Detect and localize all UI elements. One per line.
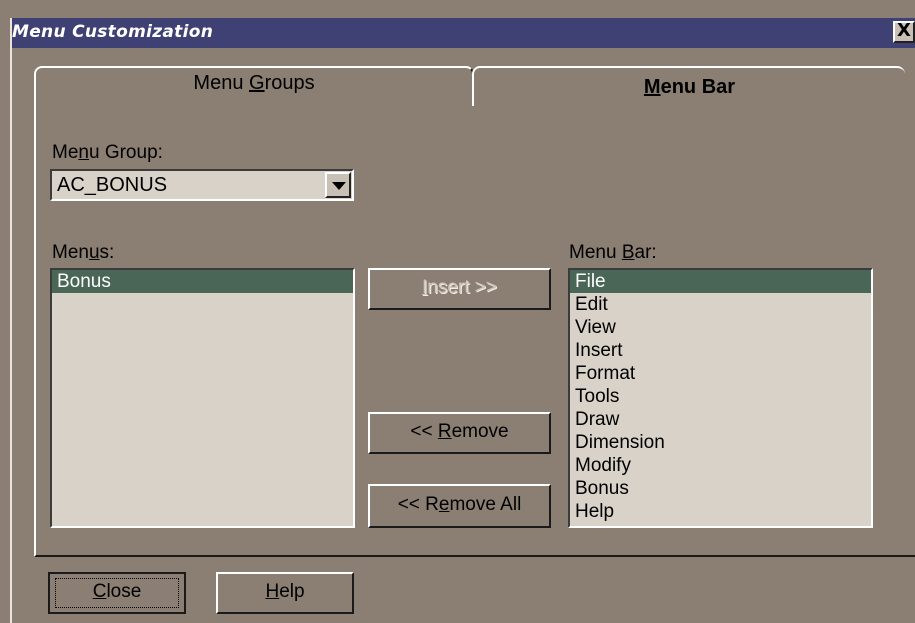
help-button[interactable]: Help [216,572,354,614]
list-item[interactable]: Draw [570,408,871,431]
menu-group-dropdown[interactable]: AC_BONUS [50,169,354,201]
list-item[interactable]: Format [570,362,871,385]
menu-group-label: Menu Group: [52,142,163,164]
menus-listbox[interactable]: Bonus [50,268,355,528]
button-label-accel: e [438,494,450,515]
window-title: Menu Customization [12,22,214,42]
button-label-accel: R [437,421,452,442]
close-icon[interactable]: X [893,21,915,43]
menu-bar-listbox[interactable]: File Edit View Insert Format Tools Draw Dimensi… [568,268,873,528]
button-label-part: elp [279,581,305,602]
tab-label-part: Menu [193,72,249,94]
button-label-part: << R [397,494,439,515]
list-item[interactable]: Bonus [52,270,353,293]
menus-label: Menus: [52,242,114,264]
list-item[interactable]: Modify [570,454,871,477]
label-part: Menu [569,242,622,263]
insert-button[interactable]: Insert >> [368,268,551,310]
close-button[interactable]: Close [48,572,186,614]
label-accel: B [621,242,635,263]
tab-label-accel: G [249,72,265,94]
label-part: Me [52,142,79,163]
button-label-part: move All [449,494,522,515]
active-tab-joint [474,98,915,102]
tab-label-accel: M [643,76,661,98]
list-item[interactable]: View [570,316,871,339]
label-accel: n [78,142,89,163]
list-item[interactable]: Dimension [570,431,871,454]
chevron-down-icon [332,182,346,190]
list-item[interactable]: Bonus [570,477,871,500]
remove-button[interactable]: << Remove [368,412,551,454]
label-part: Men [52,242,89,263]
dropdown-button[interactable] [325,172,351,198]
focus-rectangle [55,578,179,608]
list-item[interactable]: Insert [570,339,871,362]
list-item[interactable]: File [570,270,871,293]
list-item[interactable]: Help [570,500,871,523]
button-label-part: << [410,421,438,442]
tab-label-part: roups [264,72,315,94]
label-part: ar: [634,242,657,263]
tab-label-part: enu Bar [660,76,736,98]
list-item[interactable]: Edit [570,293,871,316]
menu-group-value: AC_BONUS [57,174,168,196]
tab-menu-groups[interactable]: Menu Groups [34,66,474,100]
label-part: u Group: [88,142,163,163]
label-accel: u [88,242,100,263]
button-label-part: emove [451,421,509,442]
button-label-part: nsert >> [427,277,497,298]
title-bar: Menu Customization X [12,18,915,48]
label-part: s: [99,242,115,263]
button-label-accel: H [265,581,280,602]
menu-bar-label: Menu Bar: [569,242,657,264]
remove-all-button[interactable]: << Remove All [368,484,551,528]
list-item[interactable]: Tools [570,385,871,408]
